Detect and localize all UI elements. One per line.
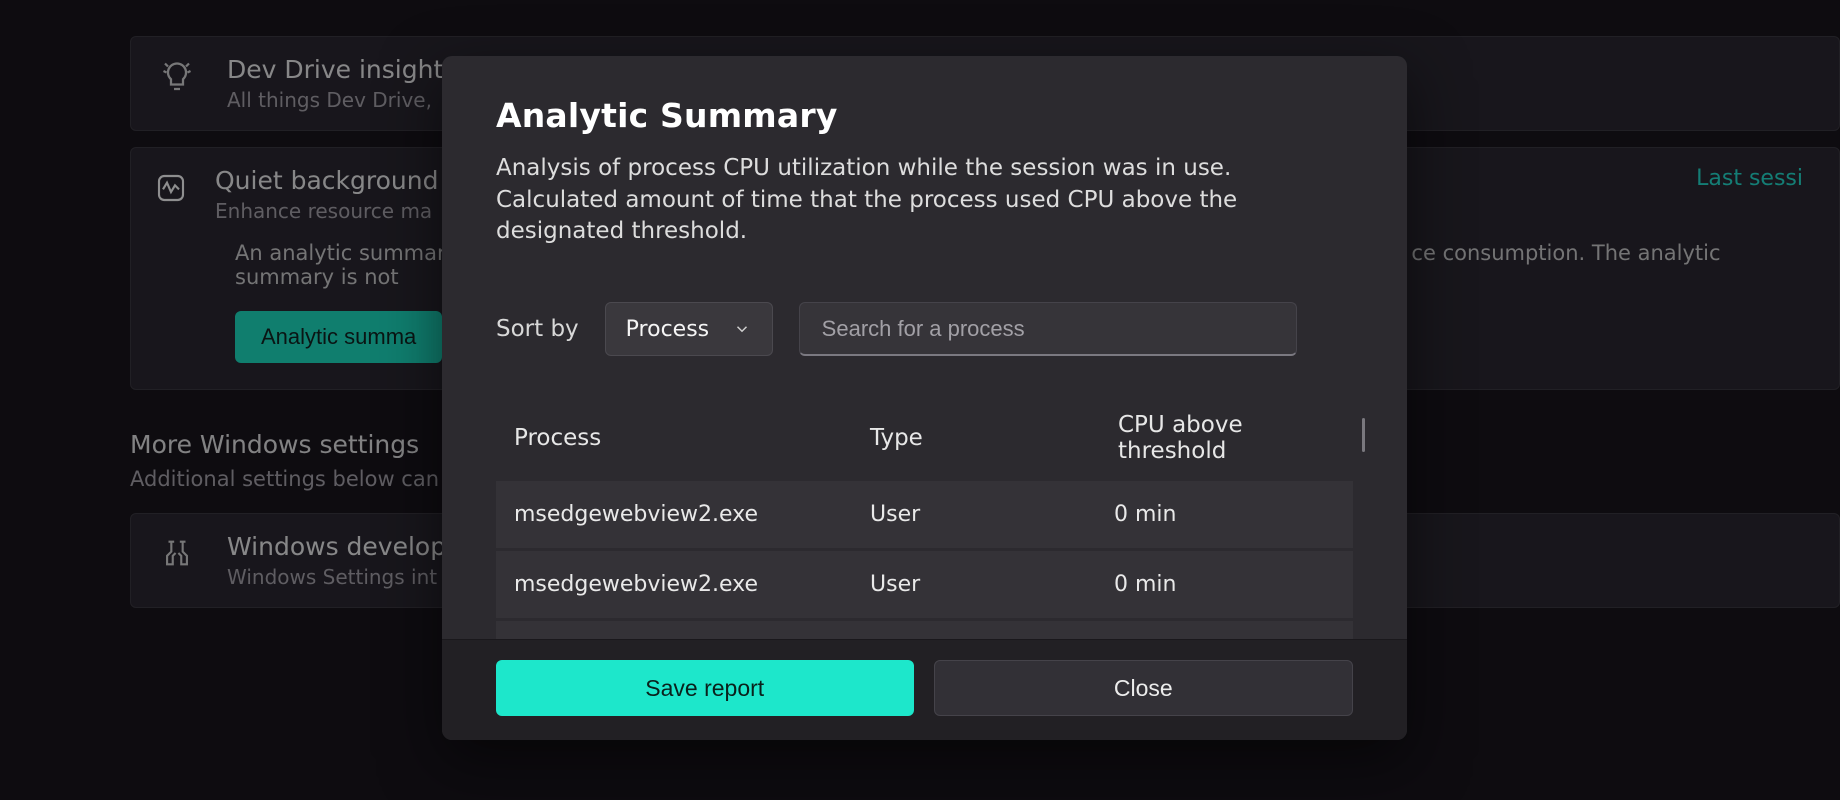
table-row[interactable]: msedgewebview2.exeUser0 min xyxy=(496,548,1353,618)
cell-type: User xyxy=(870,502,1114,527)
table-header-row: Process Type CPU above threshold xyxy=(496,412,1353,478)
cell-cpu: 0 min xyxy=(1114,572,1335,597)
cell-process: msedgewebview2.exe xyxy=(514,572,870,597)
sort-by-value: Process xyxy=(626,317,709,342)
process-search-input[interactable] xyxy=(799,302,1297,356)
sort-by-label: Sort by xyxy=(496,316,579,342)
chevron-down-icon xyxy=(733,320,751,338)
table-row[interactable]: DataExchangeHost.exeUnknown0 min xyxy=(496,618,1353,639)
scrollbar-thumb[interactable] xyxy=(1362,418,1365,452)
analytic-summary-modal: Analytic Summary Analysis of process CPU… xyxy=(442,56,1407,740)
sort-by-dropdown[interactable]: Process xyxy=(605,302,773,356)
close-button[interactable]: Close xyxy=(934,660,1354,716)
col-process[interactable]: Process xyxy=(514,425,870,451)
cell-cpu: 0 min xyxy=(1114,502,1335,527)
cell-type: User xyxy=(870,572,1114,597)
process-table: Process Type CPU above threshold msedgew… xyxy=(496,412,1353,639)
modal-footer: Save report Close xyxy=(442,639,1407,740)
col-cpu[interactable]: CPU above threshold xyxy=(1114,412,1335,464)
table-row[interactable]: msedgewebview2.exeUser0 min xyxy=(496,478,1353,548)
modal-description: Analysis of process CPU utilization whil… xyxy=(496,153,1326,248)
col-type[interactable]: Type xyxy=(870,425,1114,451)
save-report-button[interactable]: Save report xyxy=(496,660,914,716)
cell-process: msedgewebview2.exe xyxy=(514,502,870,527)
modal-title: Analytic Summary xyxy=(496,96,1353,135)
